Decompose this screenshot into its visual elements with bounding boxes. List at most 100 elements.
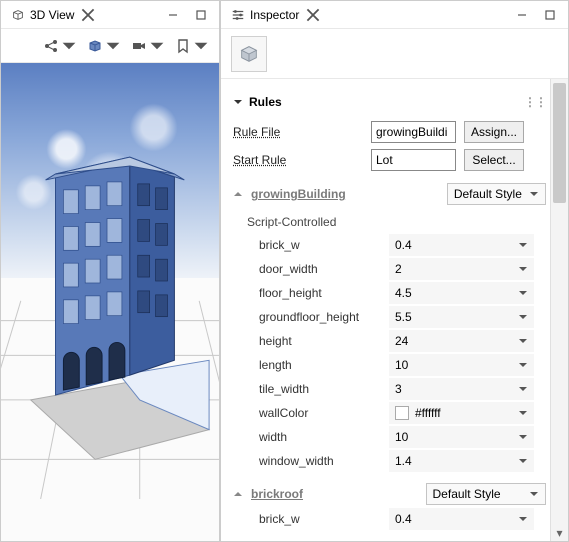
param-value[interactable]: 10 bbox=[389, 426, 534, 448]
group-link[interactable]: growingBuilding bbox=[251, 187, 346, 201]
param-value-text: 2 bbox=[395, 262, 402, 276]
style-value: Default Style bbox=[433, 487, 501, 501]
scene bbox=[1, 63, 219, 499]
param-value-text: 24 bbox=[395, 334, 408, 348]
param-value[interactable]: #ffffff bbox=[389, 402, 534, 424]
chevron-down-icon bbox=[518, 432, 528, 442]
param-value[interactable]: 4.5 bbox=[389, 282, 534, 304]
param-name: groundfloor_height bbox=[247, 310, 389, 324]
chevron-down-icon bbox=[518, 264, 528, 274]
box-tool[interactable] bbox=[87, 38, 121, 54]
group-header-growingBuilding[interactable]: growingBuilding Default Style bbox=[233, 181, 546, 207]
3d-viewport[interactable] bbox=[1, 63, 219, 541]
chevron-down-icon bbox=[529, 189, 539, 199]
param-value[interactable]: 5.5 bbox=[389, 306, 534, 328]
drag-handle-icon[interactable]: ⋮⋮ bbox=[524, 95, 546, 109]
inspector-toolbar bbox=[221, 29, 568, 79]
start-rule-row: Start Rule Select... bbox=[233, 147, 546, 173]
scroll-thumb[interactable] bbox=[553, 83, 566, 203]
rule-file-row: Rule File Assign... bbox=[233, 119, 546, 145]
param-row-brick_w: brick_w0.4 bbox=[247, 507, 546, 531]
start-rule-label[interactable]: Start Rule bbox=[233, 153, 363, 167]
chevron-down-icon bbox=[518, 288, 528, 298]
param-value[interactable]: 10 bbox=[389, 354, 534, 376]
param-name: height bbox=[247, 334, 389, 348]
param-name: length bbox=[247, 358, 389, 372]
scroll-down-icon[interactable]: ▾ bbox=[551, 525, 568, 541]
chevron-down-icon bbox=[518, 336, 528, 346]
bookmark-tool[interactable] bbox=[175, 38, 209, 54]
chevron-down-icon bbox=[518, 360, 528, 370]
param-value-text: 5.5 bbox=[395, 310, 412, 324]
color-swatch bbox=[395, 406, 409, 420]
chevron-down-icon bbox=[105, 38, 121, 54]
rule-file-label[interactable]: Rule File bbox=[233, 125, 363, 139]
inspector-tab[interactable]: Inspector bbox=[227, 6, 324, 24]
group-link[interactable]: brickroof bbox=[251, 487, 303, 501]
param-value[interactable]: 2 bbox=[389, 258, 534, 280]
maximize-button[interactable] bbox=[538, 5, 562, 25]
maximize-button[interactable] bbox=[189, 5, 213, 25]
param-row-floor_height: floor_height4.5 bbox=[247, 281, 546, 305]
minimize-button[interactable] bbox=[510, 5, 534, 25]
chevron-down-icon bbox=[518, 456, 528, 466]
rule-file-input[interactable] bbox=[371, 121, 456, 143]
inspector-panel: Inspector Rules ⋮⋮ Rule File bbox=[220, 0, 569, 542]
style-dropdown[interactable]: Default Style bbox=[447, 183, 546, 205]
select-button[interactable]: Select... bbox=[464, 149, 524, 171]
minimize-button[interactable] bbox=[161, 5, 185, 25]
param-row-brick_w: brick_w0.4 bbox=[247, 233, 546, 257]
chevron-down-icon bbox=[518, 384, 528, 394]
caret-up-icon bbox=[233, 189, 243, 199]
inspector-title: Inspector bbox=[250, 8, 299, 22]
object-mode-button[interactable] bbox=[231, 36, 267, 72]
close-tab-icon[interactable] bbox=[81, 8, 95, 22]
param-value-text: 0.4 bbox=[395, 512, 412, 526]
param-row-door_width: door_width 2 bbox=[247, 257, 546, 281]
param-value[interactable]: 24 bbox=[389, 330, 534, 352]
group-sublabel: Script-Controlled bbox=[247, 215, 546, 229]
param-row-window_width: window_width 1.4 bbox=[247, 449, 546, 473]
param-row-wallColor: wallColor#ffffff bbox=[247, 401, 546, 425]
param-name: tile_width bbox=[247, 382, 389, 396]
param-name: window_width bbox=[247, 454, 389, 468]
param-row-width: width10 bbox=[247, 425, 546, 449]
param-value-text: 0.4 bbox=[395, 238, 412, 252]
share-tool[interactable] bbox=[43, 38, 77, 54]
param-value[interactable]: 1.4 bbox=[389, 450, 534, 472]
camera-tool[interactable] bbox=[131, 38, 165, 54]
style-value: Default Style bbox=[454, 187, 522, 201]
3d-view-titlebar: 3D View bbox=[1, 1, 219, 29]
3d-view-panel: 3D View bbox=[0, 0, 220, 542]
rules-section-header[interactable]: Rules ⋮⋮ bbox=[233, 95, 546, 109]
rules-title: Rules bbox=[249, 95, 282, 109]
param-value-text: 1.4 bbox=[395, 454, 412, 468]
inspector-body: Rules ⋮⋮ Rule File Assign... Start Rule … bbox=[221, 79, 568, 541]
assign-button[interactable]: Assign... bbox=[464, 121, 524, 143]
param-value[interactable]: 0.4 bbox=[389, 508, 534, 530]
param-row-length: length 10 bbox=[247, 353, 546, 377]
group-header-brickroof[interactable]: brickroof Default Style bbox=[233, 481, 546, 507]
inspector-titlebar: Inspector bbox=[221, 1, 568, 29]
sliders-icon bbox=[231, 8, 245, 22]
vertical-scrollbar[interactable]: ▴ ▾ bbox=[550, 79, 568, 541]
chevron-down-icon bbox=[61, 38, 77, 54]
caret-down-icon bbox=[233, 97, 243, 107]
chevron-down-icon bbox=[529, 489, 539, 499]
param-value-text: 10 bbox=[395, 358, 408, 372]
param-value-text: 3 bbox=[395, 382, 402, 396]
3d-view-toolbar bbox=[1, 29, 219, 63]
3d-view-tab[interactable]: 3D View bbox=[7, 6, 99, 24]
param-name: door_width bbox=[247, 262, 389, 276]
chevron-down-icon bbox=[518, 408, 528, 418]
3d-view-title: 3D View bbox=[30, 8, 74, 22]
param-row-groundfloor_height: groundfloor_height 5.5 bbox=[247, 305, 546, 329]
param-name: floor_height bbox=[247, 286, 389, 300]
chevron-down-icon bbox=[149, 38, 165, 54]
start-rule-input[interactable] bbox=[371, 149, 456, 171]
style-dropdown[interactable]: Default Style bbox=[426, 483, 547, 505]
chevron-down-icon bbox=[518, 240, 528, 250]
param-value[interactable]: 3 bbox=[389, 378, 534, 400]
param-value[interactable]: 0.4 bbox=[389, 234, 534, 256]
close-tab-icon[interactable] bbox=[306, 8, 320, 22]
